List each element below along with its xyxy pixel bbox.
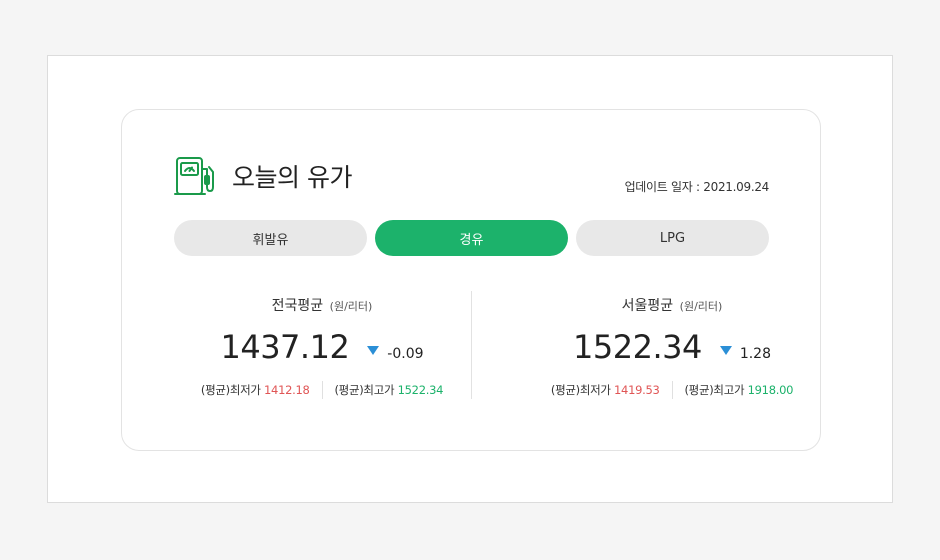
highest-value: 1522.34 [397, 383, 444, 397]
highest-label: (평균)최고가 [684, 383, 745, 397]
highest-label: (평균)최고가 [334, 383, 395, 397]
fuel-type-tabs: 휘발유 경유 LPG [174, 220, 769, 256]
lowest-price: (평균)최저가 1419.53 [539, 382, 672, 398]
lowest-value: 1419.53 [614, 383, 660, 397]
min-max-stats: (평균)최저가 1412.18 (평균)최고가 1522.34 [172, 381, 472, 399]
highest-price: (평균)최고가 1918.00 [673, 382, 806, 398]
unit-label: (원/리터) [329, 300, 373, 313]
price-row: 1437.12 -0.09 [172, 328, 472, 366]
unit-label: (원/리터) [679, 300, 723, 313]
fuel-pump-icon [174, 157, 214, 195]
tab-gasoline[interactable]: 휘발유 [174, 220, 367, 256]
region-title: 서울평균 (원/리터) [522, 295, 822, 315]
price-row: 1522.34 1.28 [522, 328, 822, 366]
outer-frame: 오늘의 유가 업데이트 일자 : 2021.09.24 휘발유 경유 LPG 전… [47, 55, 893, 503]
lowest-label: (평균)최저가 [550, 383, 611, 397]
average-price: 1522.34 [573, 328, 702, 366]
triangle-down-icon [719, 346, 732, 355]
highest-price: (평균)최고가 1522.34 [323, 382, 456, 398]
lowest-price: (평균)최저가 1412.18 [189, 382, 322, 398]
triangle-down-icon [367, 346, 380, 355]
min-max-stats: (평균)최저가 1419.53 (평균)최고가 1918.00 [522, 381, 822, 399]
region-name: 전국평균 [271, 298, 324, 314]
seoul-average-panel: 서울평균 (원/리터) 1522.34 1.28 (평균)최저가 1419.53… [522, 290, 822, 400]
price-change: -0.09 [387, 346, 424, 362]
update-date: 업데이트 일자 : 2021.09.24 [624, 180, 770, 194]
price-change: 1.28 [739, 346, 771, 362]
panel-divider [471, 291, 472, 399]
average-price: 1437.12 [220, 328, 350, 366]
card-header: 오늘의 유가 [174, 154, 352, 198]
page-title: 오늘의 유가 [232, 163, 352, 192]
tab-lpg[interactable]: LPG [576, 220, 769, 256]
oil-price-card: 오늘의 유가 업데이트 일자 : 2021.09.24 휘발유 경유 LPG 전… [121, 109, 821, 451]
national-average-panel: 전국평균 (원/리터) 1437.12 -0.09 (평균)최저가 1412.1… [172, 290, 472, 400]
region-title: 전국평균 (원/리터) [172, 295, 472, 315]
lowest-value: 1412.18 [264, 383, 310, 397]
highest-value: 1918.00 [747, 383, 794, 397]
lowest-label: (평균)최저가 [200, 383, 261, 397]
tab-diesel[interactable]: 경유 [375, 220, 568, 256]
region-name: 서울평균 [621, 298, 674, 314]
